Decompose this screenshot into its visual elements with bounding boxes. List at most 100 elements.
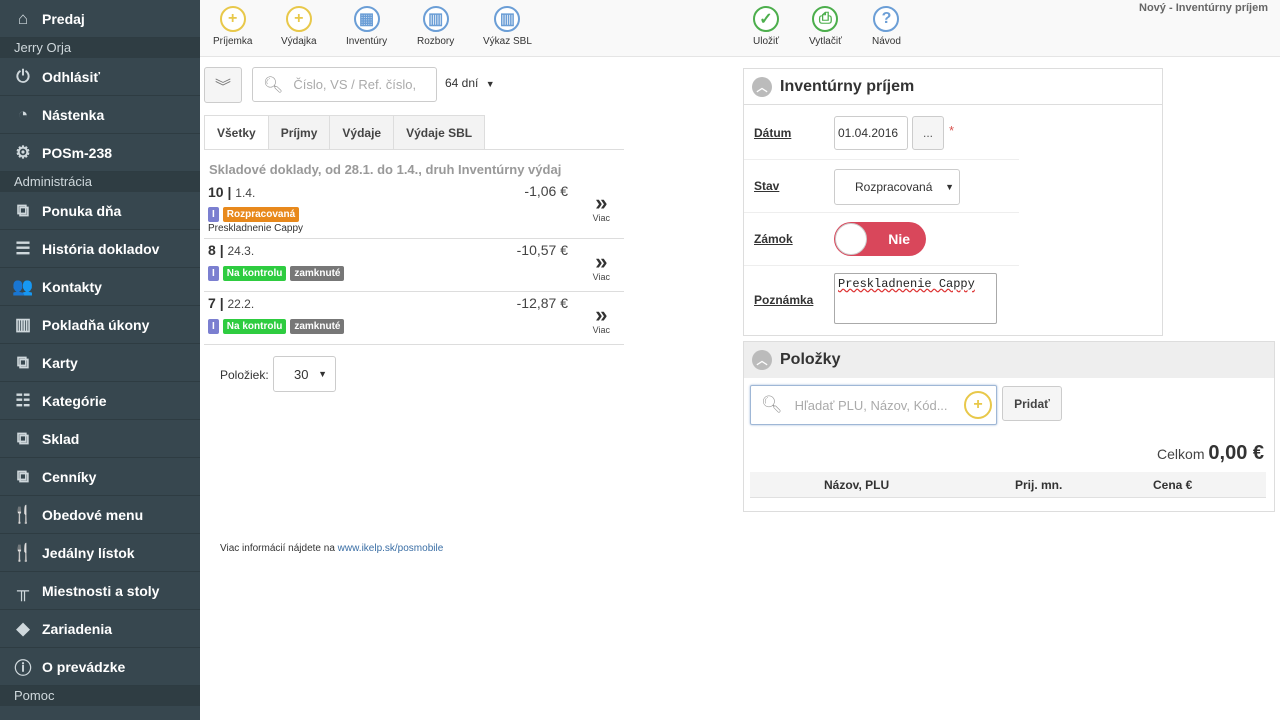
items-panel: ︿ Položky 🔍︎ Hľadať PLU, Názov, Kód... + Pr… [743,341,1275,512]
sidebar-item-jedalny[interactable]: 🍴 Jedálny lístok [0,534,200,572]
rozbory-button[interactable]: ▥ Rozbory [417,6,454,47]
lock-toggle[interactable]: Nie [834,222,926,256]
list-item[interactable]: 8 | 24.3. -10,57 € I Na kontrolu zamknuté … [204,240,624,292]
boxes-star-icon: ⧉ [16,200,30,220]
date-label[interactable]: Dátum [754,126,791,140]
item-search-input[interactable]: 🔍︎ Hľadať PLU, Názov, Kód... + [750,385,997,425]
toolbar-label: Inventúry [346,36,388,47]
sidebar-item-logout[interactable]: ⏻ Odhlásiť [0,58,200,96]
detail-panel: ︿ Inventúrny príjem Dátum 01.04.2016 ... … [743,68,1163,336]
sidebar-item-karty[interactable]: ⧉ Karty [0,344,200,382]
more-link[interactable]: » Viac [593,249,610,283]
toolbar-label: Návod [872,36,901,47]
check-icon: ✓ [753,6,779,32]
sidebar-item-historia[interactable]: ☰ História dokladov [0,230,200,268]
type-badge: I [208,319,219,334]
boxes-icon: ⧉ [16,352,30,372]
tab-vydaje-sbl[interactable]: Výdaje SBL [393,115,486,150]
plus-icon: + [285,6,312,32]
filter-toggle-button[interactable]: ︾ [204,67,242,103]
sidebar-item-miestnosti[interactable]: ╥ Miestnosti a stoly [0,572,200,610]
printer-icon: ⎙ [812,6,839,32]
sidebar-item-cenniky[interactable]: ⧉ Cenníky [0,458,200,496]
doc-tabs: Všetky Príjmy Výdaje Výdaje SBL [204,115,486,150]
items-header-bar[interactable]: ︿ Položky [744,342,1274,378]
doc-number-separator: | [227,184,232,200]
per-page-select[interactable]: 30 ▼ [273,356,336,392]
tab-vydaje[interactable]: Výdaje [329,115,395,150]
more-link[interactable]: » Viac [593,190,610,224]
tab-vsetky[interactable]: Všetky [204,115,269,150]
double-chevron-right-icon: » [595,190,608,215]
list-caption: Skladové doklady, od 28.1. do 1.4., druh… [209,162,562,177]
sidebar-item-o-prevadzke[interactable]: ⓘ O prevádzke [0,648,200,686]
sidebar-item-zariadenia[interactable]: ◆ Zariadenia [0,610,200,648]
inventury-button[interactable]: ▦ Inventúry [346,6,387,47]
toolbar-label: Rozbory [417,36,455,47]
footer-text: Viac informácií nájdete na [220,543,335,554]
boxes-icon: ⧉ [16,428,30,448]
list-item[interactable]: 10 | 1.4. -1,06 € I Rozpracovaná Presklad… [204,181,624,239]
sidebar-item-device[interactable]: ⚙ POSm-238 [0,134,200,172]
sidebar-item-label: Cenníky [42,468,97,485]
search-placeholder: Číslo, VS / Ref. číslo, [293,77,417,92]
doc-badges: I Na kontrolu zamknuté [208,316,348,334]
cutlery-icon: 🍴 [12,504,34,524]
status-select[interactable]: Rozpracovaná ▼ [834,169,960,205]
toolbar-label: Vytlačiť [809,36,842,47]
help-button[interactable]: ? Návod [872,6,901,47]
sidebar-item-pokladna[interactable]: ▥ Pokladňa úkony [0,306,200,344]
sidebar-item-obedove[interactable]: 🍴 Obedové menu [0,496,200,534]
add-item-button[interactable]: Pridať [1002,386,1062,421]
plus-icon[interactable]: + [964,391,992,419]
note-textarea[interactable]: Preskladnenie Cappy [834,273,997,324]
save-button[interactable]: ✓ Uložiť [753,6,779,47]
note-label[interactable]: Poznámka [754,293,813,307]
dashboard-icon: ◔ [17,104,29,124]
days-dropdown[interactable]: 64 dní ▼ [445,76,495,90]
date-field[interactable]: 01.04.2016 [834,116,908,150]
question-icon: ? [873,6,900,32]
footer-link[interactable]: www.ikelp.sk/posmobile [338,543,444,554]
sidebar-item-sklad[interactable]: ⧉ Sklad [0,420,200,458]
table-icon: ╥ [16,580,30,600]
date-picker-button[interactable]: ... [912,116,944,150]
sidebar-item-predaj[interactable]: ⌂ Predaj [0,0,200,38]
vykaz-sbl-button[interactable]: ▥ Výkaz SBL [483,6,532,47]
status-label[interactable]: Stav [754,179,779,193]
per-page-value: 30 [294,366,309,382]
sidebar-item-ponuka[interactable]: ⧉ Ponuka dňa [0,192,200,230]
search-input[interactable]: 🔍︎ Číslo, VS / Ref. číslo, [252,67,437,102]
list-item[interactable]: 7 | 22.2. -12,87 € I Na kontrolu zamknuté … [204,293,624,345]
double-chevron-right-icon: » [595,249,608,274]
divider [204,149,624,150]
sidebar-item-kontakty[interactable]: 👥 Kontakty [0,268,200,306]
column-header-name[interactable]: Názov, PLU [824,478,889,492]
more-link[interactable]: » Viac [592,304,610,336]
doc-amount: -12,87 € [516,295,568,311]
boxes-icon: ⧉ [16,466,30,486]
lock-badge: zamknuté [290,266,345,281]
vydajka-button[interactable]: + Výdajka [281,6,317,47]
tree-icon: ☷ [15,390,31,410]
detail-header[interactable]: ︿ Inventúrny príjem [744,69,1162,105]
prijemka-button[interactable]: + Príjemka [213,6,252,47]
sidebar-item-label: Pokladňa úkony [42,316,150,333]
gear-icon: ⚙ [15,142,31,162]
divider [744,159,1019,160]
column-header-price[interactable]: Cena € [1153,478,1192,492]
total-label: Celkom [1157,446,1205,462]
sidebar-item-dashboard[interactable]: ◔ Nástenka [0,96,200,134]
column-header-quantity[interactable]: Prij. mn. [1015,478,1062,492]
tab-prijmy[interactable]: Príjmy [267,115,331,150]
caret-down-icon: ▼ [485,79,495,89]
more-label: Viac [592,325,610,335]
sidebar-item-kategorie[interactable]: ☷ Kategórie [0,382,200,420]
lock-value: Nie [888,231,910,247]
sidebar-section-user: Jerry Orja [0,38,200,58]
print-button[interactable]: ⎙ Vytlačiť [809,6,842,47]
power-icon: ⏻ [16,66,30,86]
doc-date: 22.2. [227,297,255,311]
lock-label[interactable]: Zámok [754,232,793,246]
items-title: Položky [780,351,841,368]
